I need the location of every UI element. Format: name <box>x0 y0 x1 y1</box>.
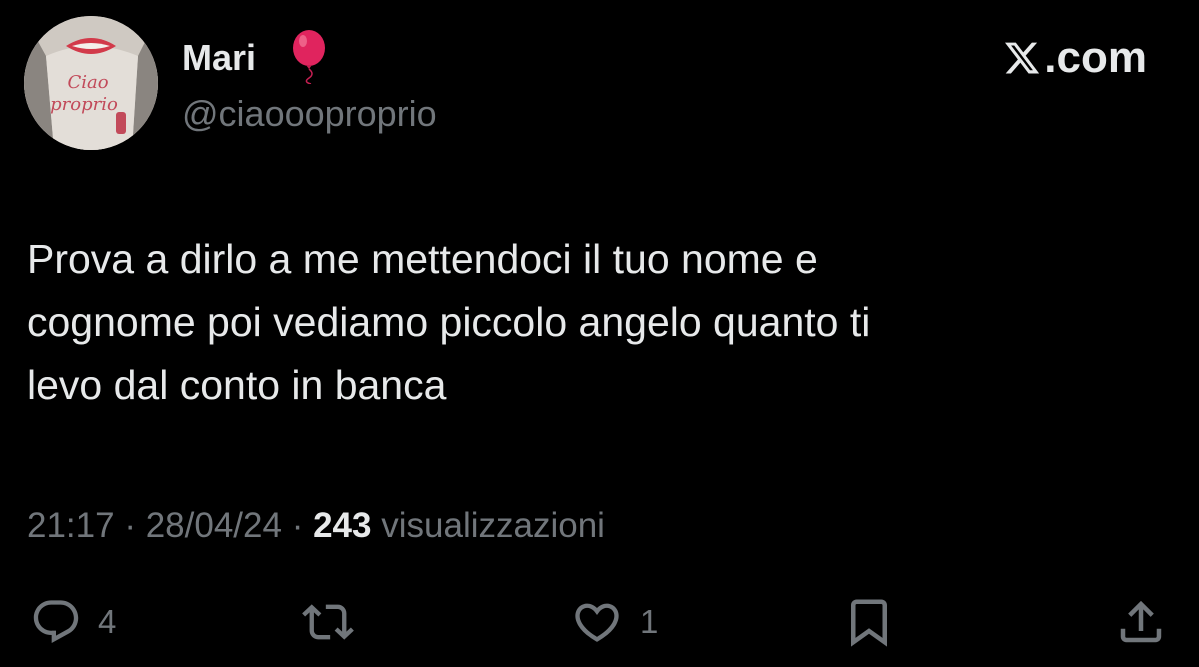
user-handle[interactable]: @ciaoooproprio <box>182 90 437 138</box>
avatar-image: Ciao proprio <box>24 16 158 150</box>
svg-text:proprio: proprio <box>50 94 118 115</box>
bookmark-button[interactable] <box>842 592 896 652</box>
tweet-date[interactable]: 28/04/24 <box>146 506 282 545</box>
x-logo-icon <box>1005 42 1040 74</box>
heart-icon <box>575 603 619 642</box>
display-name[interactable]: Mari <box>182 34 256 82</box>
brand-text: .com <box>1044 33 1147 82</box>
bookmark-icon <box>851 599 887 647</box>
views-count: 243 <box>313 506 372 545</box>
tweet-text: Prova a dirlo a me mettendoci il tuo nom… <box>27 236 871 408</box>
views-label: visualizzazioni <box>381 506 605 545</box>
reply-count: 4 <box>98 603 117 640</box>
tweet-time[interactable]: 21:17 <box>27 506 115 545</box>
reply-button[interactable]: 4 <box>28 592 116 652</box>
svg-text:Ciao: Ciao <box>67 72 108 93</box>
meta-separator: · <box>291 506 304 545</box>
share-icon <box>1120 600 1162 643</box>
avatar[interactable]: Ciao proprio <box>24 16 158 150</box>
retweet-button[interactable] <box>298 592 372 652</box>
retweet-icon <box>302 604 354 640</box>
meta-separator: · <box>124 506 136 545</box>
like-count: 1 <box>640 603 659 640</box>
reply-icon <box>33 600 79 644</box>
brand-watermark: .com <box>1002 30 1147 86</box>
like-button[interactable]: 1 <box>568 592 658 652</box>
share-button[interactable] <box>1114 592 1168 652</box>
balloon-icon <box>289 28 329 85</box>
tweet-meta: 21:17 · 28/04/24 · 243 visualizzazioni <box>27 502 605 550</box>
